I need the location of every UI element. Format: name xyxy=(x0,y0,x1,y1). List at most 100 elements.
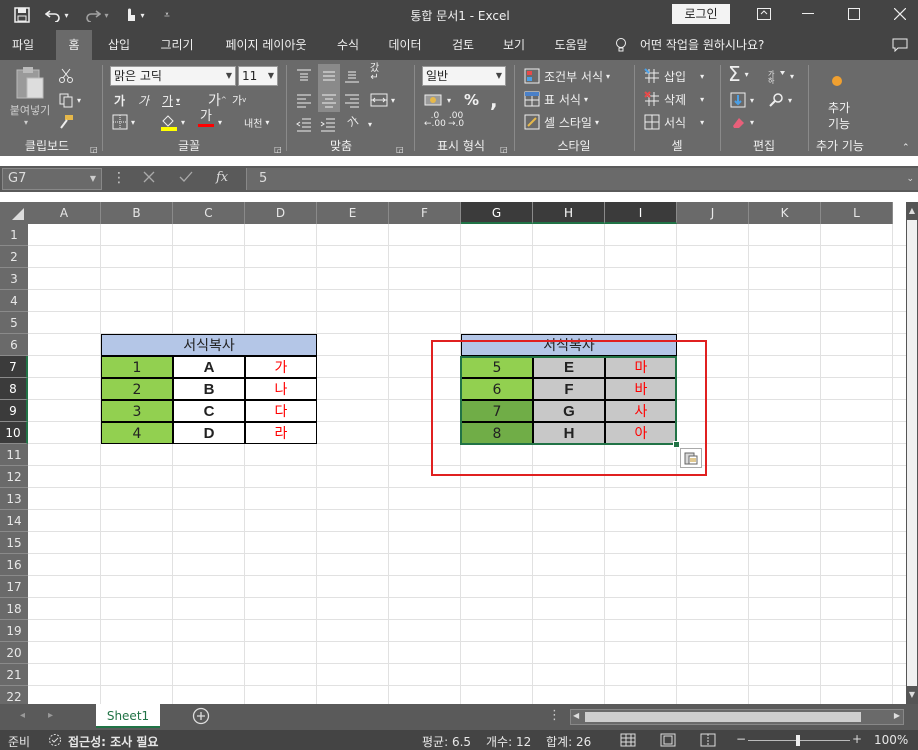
dialog-launcher-icon[interactable]: ◲ xyxy=(90,139,98,159)
enter-icon[interactable] xyxy=(178,170,194,187)
cell-b10[interactable]: 4 xyxy=(101,422,173,444)
fill-handle[interactable] xyxy=(673,441,680,448)
row-header-17[interactable]: 17 xyxy=(0,576,28,598)
row-header-5[interactable]: 5 xyxy=(0,312,28,334)
row-header-7[interactable]: 7 xyxy=(0,356,28,378)
orientation-icon[interactable]: 가 xyxy=(343,111,364,133)
decrease-font-icon[interactable]: 가v xyxy=(232,90,246,110)
cell-g6[interactable]: 서식복사 xyxy=(461,334,677,356)
undo-icon[interactable]: ▾ xyxy=(42,4,72,26)
cell-d10[interactable]: 라 xyxy=(245,422,317,444)
cell-c10[interactable]: D xyxy=(173,422,245,444)
cell-i9[interactable]: 사 xyxy=(605,400,677,422)
align-middle-icon[interactable] xyxy=(318,64,340,88)
cell-b8[interactable]: 2 xyxy=(101,378,173,400)
dialog-launcher-icon[interactable]: ◲ xyxy=(274,139,282,159)
orientation-chevron-icon[interactable]: ▾ xyxy=(368,114,372,134)
bold-icon[interactable]: 가 xyxy=(114,90,125,110)
cell-g7[interactable]: 5 xyxy=(461,356,533,378)
cell-h7[interactable]: E xyxy=(533,356,605,378)
cell-h8[interactable]: F xyxy=(533,378,605,400)
page-break-view-icon[interactable] xyxy=(700,733,716,750)
font-name-select[interactable]: 맑은 고딕 ▼ xyxy=(110,66,236,86)
row-header-4[interactable]: 4 xyxy=(0,290,28,312)
cell-d9[interactable]: 다 xyxy=(245,400,317,422)
decrease-decimal-icon[interactable]: .00 →.0 xyxy=(448,112,464,132)
paste-button[interactable]: 붙여넣기 ▾ xyxy=(8,66,52,132)
row-header-10[interactable]: 10 xyxy=(0,422,28,444)
format-as-table-button[interactable]: 표 서식 ▾ xyxy=(524,89,588,109)
row-header-12[interactable]: 12 xyxy=(0,466,28,488)
prev-sheet-icon[interactable]: ◂ xyxy=(20,710,25,721)
redo-icon[interactable]: ▾ xyxy=(82,4,112,26)
sort-filter-icon[interactable]: 가 하 ▾ xyxy=(768,66,794,86)
row-header-3[interactable]: 3 xyxy=(0,268,28,290)
row-header-2[interactable]: 2 xyxy=(0,246,28,268)
cell-c7[interactable]: A xyxy=(173,356,245,378)
increase-indent-icon[interactable] xyxy=(320,114,336,134)
cell-h9[interactable]: G xyxy=(533,400,605,422)
row-header-8[interactable]: 8 xyxy=(0,378,28,400)
find-select-icon[interactable]: ▾ xyxy=(768,90,792,110)
scroll-down-icon[interactable]: ▼ xyxy=(906,690,918,702)
formula-input[interactable]: 5 ⌄ xyxy=(246,168,918,190)
fill-color-icon[interactable]: ▾ xyxy=(160,112,185,132)
border-icon[interactable]: ▾ xyxy=(112,112,135,132)
login-button[interactable]: 로그인 xyxy=(672,4,730,24)
copy-icon[interactable]: ▾ xyxy=(58,90,81,110)
cell-g8[interactable]: 6 xyxy=(461,378,533,400)
tab-view[interactable]: 보기 xyxy=(494,30,534,60)
cell-i7[interactable]: 마 xyxy=(605,356,677,378)
format-cells-button[interactable]: 서식 ▾ xyxy=(644,112,704,132)
column-header-e[interactable]: E xyxy=(317,202,389,224)
worksheet-grid[interactable]: ABCDEFGHIJKL 1 2 3 4 5 6 7 8 9 10 11 12 13 14 15 16 17 18… xyxy=(0,202,906,704)
cell-b9[interactable]: 3 xyxy=(101,400,173,422)
row-header-18[interactable]: 18 xyxy=(0,598,28,620)
next-sheet-icon[interactable]: ▸ xyxy=(48,710,53,721)
increase-decimal-icon[interactable]: .0 ←.00 xyxy=(424,112,446,132)
row-header-11[interactable]: 11 xyxy=(0,444,28,466)
ribbon-display-icon[interactable] xyxy=(752,4,776,24)
accessibility-icon[interactable] xyxy=(48,733,62,750)
zoom-out-icon[interactable]: − xyxy=(736,732,746,746)
column-header-k[interactable]: K xyxy=(749,202,821,224)
column-header-j[interactable]: J xyxy=(677,202,749,224)
select-all-corner[interactable] xyxy=(0,202,28,224)
tab-formulas[interactable]: 수식 xyxy=(328,30,368,60)
touch-mode-icon[interactable]: ▾ xyxy=(118,4,150,26)
cell-d7[interactable]: 가 xyxy=(245,356,317,378)
cell-g9[interactable]: 7 xyxy=(461,400,533,422)
save-icon[interactable] xyxy=(10,4,34,26)
wrap-text-icon[interactable]: 갔 ↵ xyxy=(370,64,379,84)
close-icon[interactable] xyxy=(888,4,912,24)
zoom-in-icon[interactable]: + xyxy=(852,732,862,746)
autosum-icon[interactable]: Σ ▾ xyxy=(728,62,749,86)
normal-view-icon[interactable] xyxy=(620,733,636,750)
column-header-i[interactable]: I xyxy=(605,202,677,224)
italic-icon[interactable]: 가 xyxy=(138,90,149,110)
align-top-icon[interactable] xyxy=(296,66,312,86)
decrease-indent-icon[interactable] xyxy=(296,114,312,134)
dialog-launcher-icon[interactable]: ◲ xyxy=(500,139,508,159)
increase-font-icon[interactable]: 가 ^ xyxy=(208,90,227,110)
row-header-14[interactable]: 14 xyxy=(0,510,28,532)
scroll-thumb[interactable] xyxy=(907,220,917,686)
merge-center-icon[interactable]: ▾ xyxy=(370,90,395,110)
dialog-launcher-icon[interactable]: ◲ xyxy=(396,139,404,159)
tell-me-search[interactable]: 어떤 작업을 원하시나요? xyxy=(640,30,790,60)
minimize-icon[interactable] xyxy=(796,4,820,24)
cell-b7[interactable]: 1 xyxy=(101,356,173,378)
accounting-format-icon[interactable]: ▾ xyxy=(424,90,451,110)
collapse-ribbon-icon[interactable]: ⌃ xyxy=(902,138,910,158)
underline-icon[interactable]: 가 ▾ xyxy=(162,90,180,110)
name-box[interactable]: G7 ▼ xyxy=(2,168,102,190)
column-header-c[interactable]: C xyxy=(173,202,245,224)
scroll-right-icon[interactable]: ▶ xyxy=(894,711,900,720)
zoom-level[interactable]: 100% xyxy=(874,733,908,747)
row-header-19[interactable]: 19 xyxy=(0,620,28,642)
format-painter-icon[interactable] xyxy=(58,112,74,132)
scroll-up-icon[interactable]: ▲ xyxy=(906,206,918,218)
align-left-icon[interactable] xyxy=(296,90,312,110)
cell-c9[interactable]: C xyxy=(173,400,245,422)
row-header-16[interactable]: 16 xyxy=(0,554,28,576)
